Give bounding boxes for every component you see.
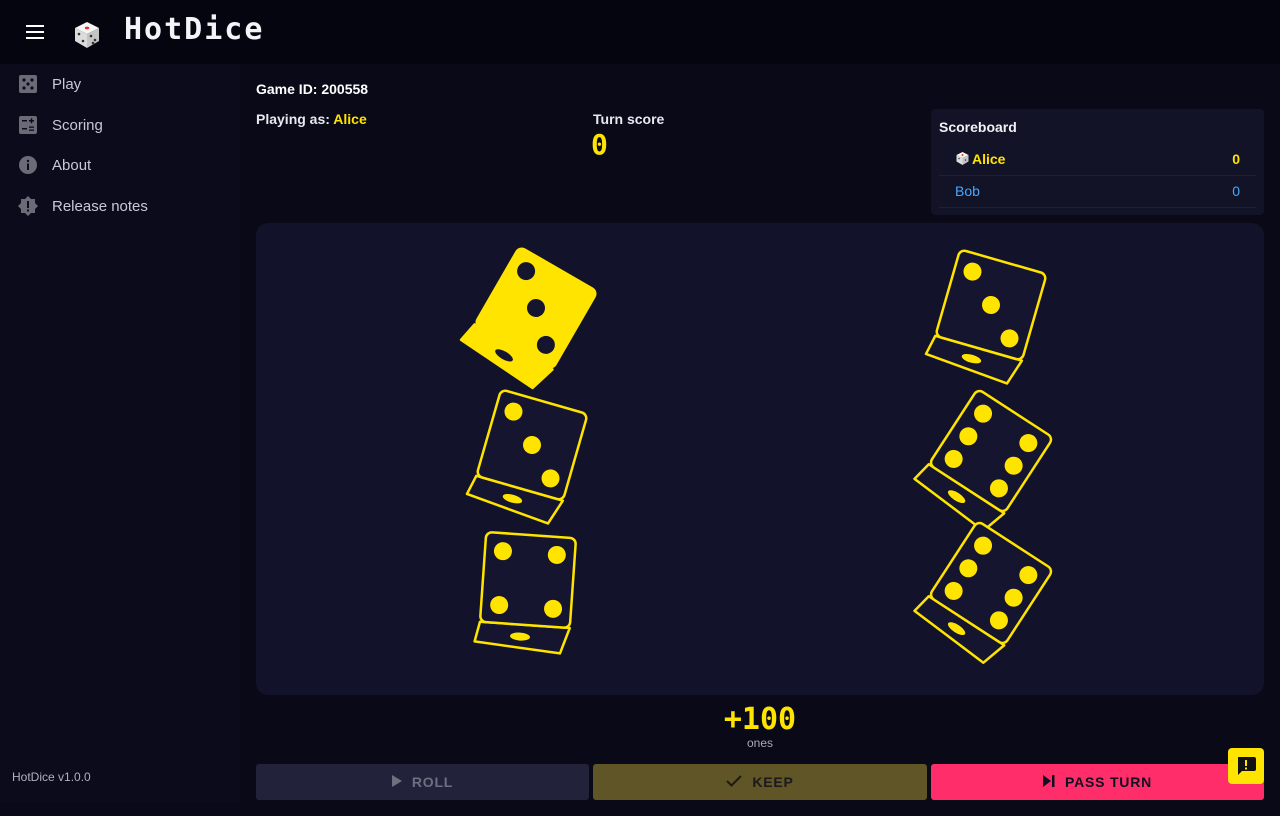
nav-item-play[interactable]: Play	[0, 64, 240, 104]
die[interactable]	[924, 248, 1047, 385]
die[interactable]	[465, 388, 588, 525]
current-player-name: Alice	[333, 111, 367, 127]
skip-next-icon	[1042, 774, 1055, 790]
current-turn-dice-icon	[956, 152, 969, 165]
selection-points: +100	[723, 702, 797, 737]
pass-turn-button[interactable]: PASS TURN	[931, 764, 1264, 800]
sidebar-nav: Play Scoring About Release notes HotDice…	[0, 64, 240, 802]
nav-item-about[interactable]: About	[0, 145, 240, 185]
nav-item-release-notes[interactable]: Release notes	[0, 186, 240, 226]
scoreboard-player-name: Bob	[955, 183, 980, 199]
pass-turn-button-label: PASS TURN	[1064, 774, 1153, 790]
scoreboard-player-score: 0	[1232, 183, 1240, 199]
dice-five-icon	[19, 75, 37, 93]
playing-as-label: Playing as:	[256, 111, 330, 127]
scoreboard-title: Scoreboard	[939, 119, 1017, 135]
scoreboard-row: Bob 0	[939, 175, 1256, 208]
app-title: HotDice	[124, 12, 265, 47]
calculator-icon	[19, 116, 37, 134]
playing-as: Playing as: Alice	[256, 111, 367, 127]
nav-item-scoring[interactable]: Scoring	[0, 105, 240, 145]
dice-board	[256, 223, 1264, 695]
scoreboard-player-name: Alice	[972, 151, 1006, 167]
turn-score-value: 0	[591, 128, 608, 161]
scoreboard: Scoreboard Alice 0 Bob 0	[931, 109, 1264, 215]
badge-alert-icon	[18, 196, 38, 216]
nav-label: Scoring	[52, 117, 103, 134]
nav-label: About	[52, 157, 92, 174]
die[interactable]	[911, 387, 1053, 535]
feedback-icon	[1238, 757, 1256, 775]
scoreboard-player-score: 0	[1232, 151, 1240, 167]
selection-combo: ones	[746, 736, 774, 750]
roll-button[interactable]: ROLL	[256, 764, 589, 800]
dice-canvas	[458, 245, 1053, 667]
die[interactable]	[911, 519, 1053, 667]
keep-button[interactable]: KEEP	[593, 764, 927, 800]
play-icon	[391, 774, 402, 790]
hamburger-menu-icon[interactable]	[20, 20, 52, 44]
dice-icon	[75, 22, 99, 48]
die[interactable]	[473, 531, 577, 655]
game-id: Game ID: 200558	[256, 81, 369, 97]
roll-button-label: ROLL	[411, 774, 454, 790]
check-icon	[726, 774, 743, 790]
top-app-bar: HotDice	[0, 0, 1280, 64]
keep-button-label: KEEP	[752, 774, 794, 790]
die-kept[interactable]	[458, 245, 597, 392]
game-panel: Game ID: 200558 Playing as: Alice Turn s…	[240, 64, 1280, 816]
app-version: HotDice v1.0.0	[12, 770, 91, 784]
turn-score-label: Turn score	[593, 111, 665, 127]
scoreboard-player: Alice	[955, 151, 1005, 167]
nav-label: Play	[52, 76, 82, 93]
feedback-button[interactable]	[1228, 748, 1264, 784]
nav-label: Release notes	[52, 198, 148, 215]
info-icon	[19, 156, 37, 174]
scoreboard-row: Alice 0	[939, 143, 1256, 176]
